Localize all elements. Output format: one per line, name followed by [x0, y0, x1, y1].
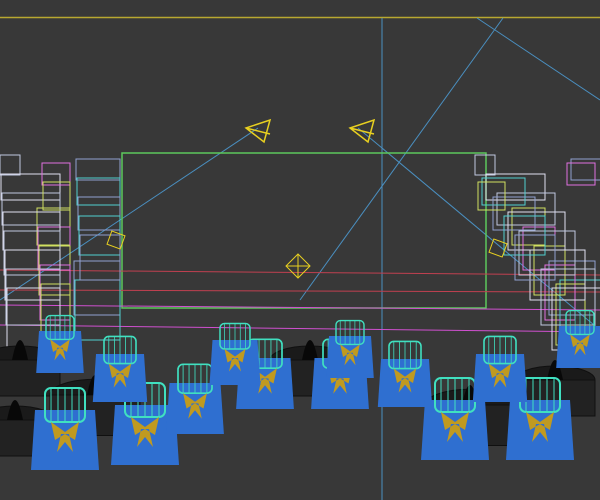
wire-box: [77, 196, 121, 231]
wire-box: [496, 192, 556, 226]
stage-backdrop: [121, 152, 487, 309]
chair: [377, 340, 433, 407]
wire-box: [39, 264, 71, 321]
chair: [36, 314, 84, 373]
wire-box: [474, 154, 496, 176]
camera-guide: [299, 17, 504, 301]
wire-box: [3, 230, 61, 276]
wire-box: [0, 173, 61, 201]
chair: [472, 335, 528, 402]
cameras: [106, 118, 508, 279]
camera-guide: [476, 17, 600, 101]
centerpiece: [302, 340, 318, 360]
scene-canvas[interactable]: [0, 0, 600, 500]
wire-box: [0, 154, 21, 176]
stage-wireframe: [0, 152, 600, 351]
wire-box: [75, 158, 121, 181]
wire-box: [74, 279, 121, 341]
wire-box: [73, 260, 121, 316]
camera-icon: [244, 118, 272, 144]
wire-box: [79, 234, 121, 281]
centerpiece: [7, 400, 23, 420]
wire-box: [1, 192, 61, 226]
wire-box: [518, 230, 576, 276]
centerpiece: [12, 340, 28, 360]
wire-box: [76, 177, 121, 206]
viewport-3d[interactable]: [0, 0, 600, 500]
floor-line: [0, 324, 600, 333]
light-target-icon: [285, 253, 311, 279]
chair: [92, 335, 148, 402]
wire-box: [42, 181, 71, 211]
floor-line: [0, 304, 600, 311]
floor-line: [0, 269, 600, 276]
floor-line: [0, 289, 600, 293]
chair: [556, 309, 600, 368]
wire-box: [570, 158, 600, 181]
chair: [209, 322, 261, 385]
banquet-tables: [0, 309, 600, 470]
wire-box: [522, 226, 556, 271]
